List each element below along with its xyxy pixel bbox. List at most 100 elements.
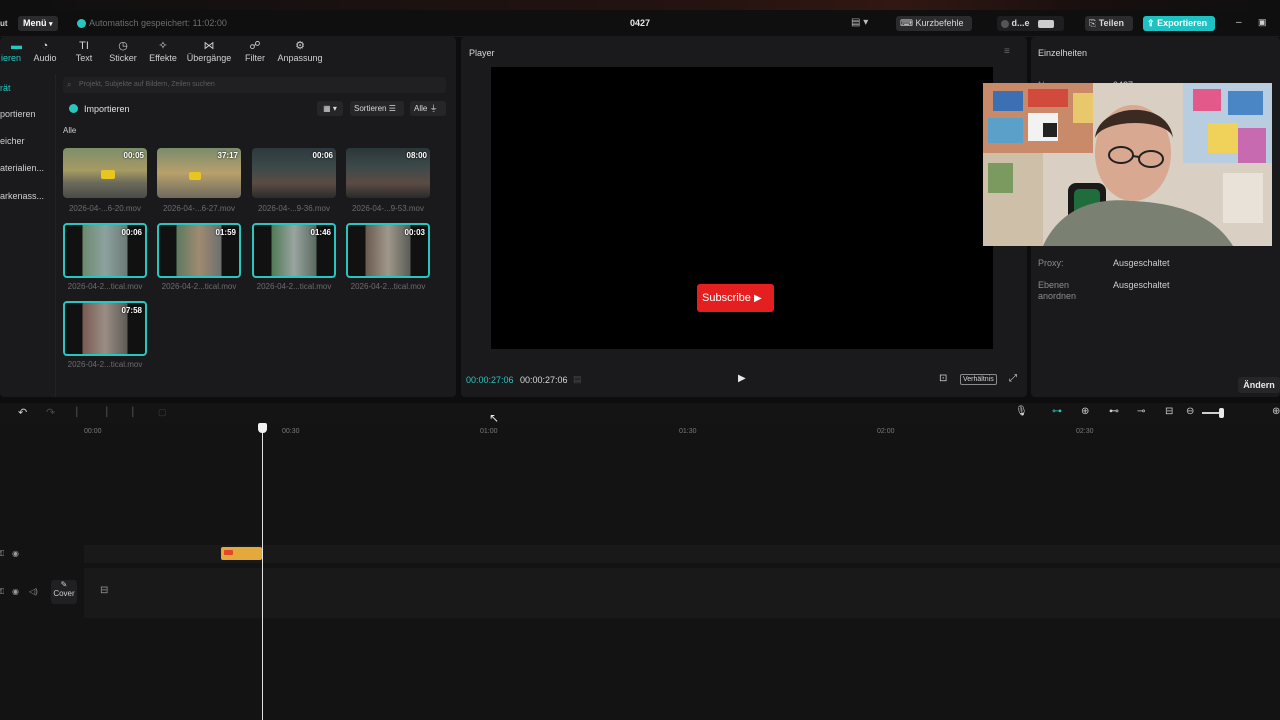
nav-item-brand-assets[interactable]: arkenass... [0,191,55,201]
delete-icon[interactable]: ▢ [158,407,167,418]
timeline-clip[interactable] [221,547,262,560]
track-lock-icon[interactable]: ⚿ [0,549,4,559]
tool-sticker[interactable]: ◷ Sticker [106,39,140,63]
section-label: Alle [63,126,77,135]
tool-transitions[interactable]: ⋈ Übergänge [184,39,234,63]
trim-left-icon[interactable]: ┃ [104,407,109,418]
tool-audio[interactable]: ◔ Audio [30,39,60,63]
sort-button[interactable]: Sortieren ☰ [350,101,404,116]
caption-icon[interactable]: ⊟ [1165,406,1173,417]
snapshot-icon[interactable]: ⊡ [939,373,947,384]
zoom-slider-handle[interactable] [1219,408,1224,418]
media-duration: 00:06 [121,228,142,237]
nav-item-device[interactable]: rät [0,83,55,93]
share-button[interactable]: ⎘ Teilen [1085,16,1133,31]
media-name: 2026-04-2...tical.mov [67,282,143,291]
tool-label: ieren [0,53,21,63]
main-track-audio-icon[interactable]: ◁) [29,587,38,596]
media-name: 2026-04-2...tical.mov [350,282,426,291]
view-toggle-icon[interactable]: ▦ ▾ [317,101,343,116]
funnel-icon: ⏚ [429,104,438,113]
microphone-icon[interactable]: 🎙 [1015,406,1028,417]
import-label[interactable]: Importieren [84,104,130,114]
media-duration: 37:17 [217,151,238,160]
tool-import[interactable]: ▬ ieren [0,39,22,63]
zoom-out-icon[interactable]: ⊖ [1186,406,1194,417]
current-timecode: 00:00:27:06 [466,375,514,385]
search-icon: ⌕ [67,80,72,89]
linkage-icon[interactable]: ⊷ [1109,406,1119,417]
playhead-handle[interactable] [258,423,267,433]
aspect-ratio-button[interactable]: Verhältnis [960,374,997,385]
main-track[interactable] [84,568,1280,618]
bell-icon: ▶ [753,293,762,304]
media-item[interactable]: 00:05 [63,148,147,198]
change-button[interactable]: Ändern [1238,377,1280,393]
auto-snap-icon[interactable]: ⊕ [1081,406,1089,417]
media-name: 2026-04-2...tical.mov [67,360,143,369]
media-item[interactable]: 37:17 [157,148,241,198]
cover-button[interactable]: ✎ Cover [51,580,77,604]
preview-axis-icon[interactable]: ⊸ [1137,406,1145,417]
timeline-view-icon[interactable]: ▤ [573,374,582,385]
ruler-tick: 00:30 [282,428,300,435]
undo-icon[interactable]: ↶ [18,406,27,419]
total-timecode: 00:00:27:06 [520,375,568,385]
tool-label: Sticker [109,53,137,63]
media-item[interactable]: 00:06 [252,148,336,198]
trim-right-icon[interactable]: ┃ [130,407,135,418]
overlay-track[interactable] [84,545,1280,563]
user-button[interactable]: d...e [997,16,1064,31]
details-row-value: Ausgeschaltet [1113,280,1170,290]
main-track-visibility-icon[interactable]: ◉ [12,587,19,596]
title-bar-glow [0,0,1280,10]
redo-icon[interactable]: ↷ [46,406,55,419]
media-item[interactable]: 00:06 [63,223,147,278]
minimize-icon[interactable]: – [1236,17,1242,28]
media-duration: 01:59 [215,228,236,237]
nav-item-imported[interactable]: portieren [0,109,55,119]
player-menu-icon[interactable]: ≡ [1004,46,1010,57]
search-input[interactable]: Projekt, Subjekte auf Bildern, Zeilen su… [63,77,446,93]
fullscreen-icon[interactable]: ⤢ [1009,373,1017,384]
main-track-magnet-icon[interactable]: ⊶ [1052,406,1062,417]
media-item[interactable]: 08:00 [346,148,430,198]
filter-dropdown[interactable]: Alle ⏚ [410,101,446,116]
timeline-toolbar: ↶ ↷ ┃ ┃ ┃ ▢ ↖ 🎙 ⊶ ⊕ ⊷ ⊸ ⊟ ⊖ ⊕ [0,403,1280,425]
timeline[interactable]: 00:00 00:30 01:00 01:30 02:00 02:30 ⚿ ◉ … [0,423,1280,720]
media-duration: 01:46 [310,228,331,237]
media-divider [55,74,56,397]
import-icon: ▬ [11,40,22,52]
layout-icon[interactable]: ▤ ▾ [851,17,868,28]
play-icon[interactable]: ▶ [738,373,746,384]
tool-adjust[interactable]: ⚙ Anpassung [276,39,324,63]
zoom-in-icon[interactable]: ⊕ [1272,406,1280,417]
shortcuts-button[interactable]: ⌨ Kurzbefehle [896,16,972,31]
playhead[interactable] [258,423,267,720]
video-canvas[interactable]: Subscribe ▶ [491,67,993,349]
nav-item-storage[interactable]: eicher [0,136,55,146]
ruler-tick: 00:00 [84,428,102,435]
maximize-icon[interactable]: ▣ [1258,17,1267,28]
details-row-value: Ausgeschaltet [1113,258,1170,268]
track-visibility-icon[interactable]: ◉ [12,549,19,558]
export-button[interactable]: ⇪ Exportieren [1143,16,1215,31]
nav-item-materials[interactable]: aterialien... [0,163,55,173]
import-status-icon [69,104,78,113]
tool-text[interactable]: TI Text [72,39,96,63]
tool-filter[interactable]: ☍ Filter [242,39,268,63]
tool-label: Übergänge [186,53,232,63]
media-name: 2026-04-...9-53.mov [351,204,425,213]
media-name: 2026-04-...6-27.mov [162,204,236,213]
main-track-lock-icon[interactable]: ⚿ [0,587,4,597]
media-item[interactable]: 01:46 [252,223,336,278]
split-icon[interactable]: ┃ [74,407,79,418]
pro-badge-icon [1038,19,1055,28]
media-item[interactable]: 00:03 [346,223,430,278]
thumbnail-car [101,170,115,179]
filter-icon: ☍ [249,40,261,52]
media-item[interactable]: 01:59 [157,223,241,278]
tool-effects[interactable]: ✧ Effekte [146,39,180,63]
media-item[interactable]: 07:58 [63,301,147,356]
clip-thumbnail-icon [224,550,233,555]
